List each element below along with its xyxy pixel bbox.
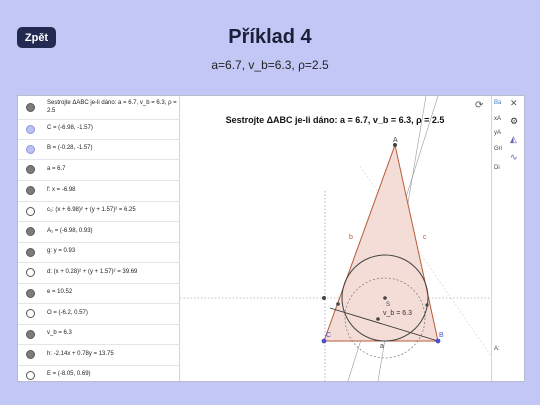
label-vb: v_b = 6.3 [383,310,412,317]
algebra-row-text[interactable]: h: -2.14x + 0.78y = 13.75 [47,351,177,359]
label-c: C [326,332,331,339]
algebra-row-text[interactable]: O = (-6.2, 0.57) [47,310,177,318]
point-c[interactable] [321,338,327,344]
label-side-b: b [349,234,353,241]
visibility-toggle[interactable] [26,309,35,318]
point-a1[interactable] [322,296,326,300]
algebra-row-text[interactable]: d: (x + 0.28)² + (y + 1.57)² = 39.69 [47,269,177,277]
sidepanel-a[interactable]: A: [494,346,500,352]
algebra-row-text[interactable]: B = (-0.28, -1.57) [47,145,177,153]
point-tangent[interactable] [425,303,429,307]
algebra-row[interactable]: B = (-0.28, -1.57) [18,139,179,160]
visibility-toggle[interactable] [26,330,35,339]
refresh-icon[interactable]: ⟳ [475,100,483,111]
sidepanel-ya[interactable]: yA [494,130,501,136]
algebra-row-text[interactable]: E = (-8.05, 0.69) [47,371,177,379]
algebra-row-text[interactable]: C = (-6.98, -1.57) [47,125,177,133]
sidepanel-grid[interactable]: Gri [494,146,502,152]
geogebra-app: Sestrojte ΔABC je-li dáno: a = 6.7, v_b … [17,95,525,382]
point-b[interactable] [435,338,441,344]
label-s: S [386,302,390,308]
algebra-row[interactable]: v_b = 6.3 [18,324,179,345]
algebra-view: Sestrojte ΔABC je-li dáno: a = 6.7, v_b … [18,96,180,381]
algebra-row-text[interactable]: c₁: (x + 6.98)² + (y + 1.57)² = 6.25 [47,207,177,215]
graphics-view[interactable]: A C B b c a S v_b = 6.3 Sestrojte ΔABC j… [180,96,491,381]
page-title: Příklad 4 [228,26,312,48]
sidepanel-xa[interactable]: xA [494,116,501,122]
visibility-toggle[interactable] [26,103,35,112]
page-subtitle: a=6.7, v_b=6.3, ρ=2.5 [211,58,329,72]
algebra-row[interactable]: f: x = -6.98 [18,180,179,202]
visibility-toggle[interactable] [26,145,35,154]
point-e[interactable] [336,302,340,306]
algebra-row[interactable]: d: (x + 0.28)² + (y + 1.57)² = 39.69 [18,262,179,284]
algebra-row[interactable]: h: -2.14x + 0.78y = 13.75 [18,344,179,366]
visibility-toggle[interactable] [26,268,35,277]
visibility-toggle[interactable] [26,207,35,216]
visibility-toggle[interactable] [26,227,35,236]
label-b: B [439,332,444,339]
algebra-row[interactable]: e = 10.52 [18,283,179,304]
algebra-row[interactable]: C = (-6.98, -1.57) [18,119,179,140]
algebra-row[interactable]: O = (-6.2, 0.57) [18,303,179,325]
algebra-row-text[interactable]: f: x = -6.98 [47,187,177,195]
function-icon[interactable]: ∿ [510,152,518,163]
style-sidepanel: Ba xA yA Gri Di A: ✕ ⚙ ◭ ∿ [491,96,524,381]
sidepanel-di[interactable]: Di [494,165,500,171]
label-a: A [393,137,398,144]
algebra-row[interactable]: Sestrojte ΔABC je-li dáno: a = 6.7, v_b … [18,96,179,120]
point-foot[interactable] [376,317,380,321]
sidepanel-tab-basic[interactable]: Ba [494,100,501,106]
visibility-toggle[interactable] [26,186,35,195]
construction-title: Sestrojte ΔABC je-li dáno: a = 6.7, v_b … [226,115,445,125]
visibility-toggle[interactable] [26,248,35,257]
gear-icon[interactable]: ⚙ [510,116,518,127]
algebra-row-text[interactable]: Sestrojte ΔABC je-li dáno: a = 6.7, v_b … [47,100,177,115]
algebra-row[interactable]: A₁ = (-6.98, 0.93) [18,221,179,243]
algebra-row[interactable]: c₁: (x + 6.98)² + (y + 1.57)² = 6.25 [18,201,179,222]
algebra-row[interactable]: a = 6.7 [18,159,179,181]
algebra-row-text[interactable]: A₁ = (-6.98, 0.93) [47,228,177,236]
algebra-row[interactable]: E = (-8.05, 0.69) [18,365,179,381]
algebra-row[interactable]: g: y = 0.93 [18,242,179,263]
style-icon[interactable]: ◭ [510,134,517,145]
label-side-c: c [423,234,427,241]
algebra-row-text[interactable]: v_b = 6.3 [47,330,177,338]
construction-canvas[interactable]: A C B b c a S v_b = 6.3 Sestrojte ΔABC j… [180,96,491,381]
close-icon[interactable]: ✕ [510,98,518,109]
algebra-row-text[interactable]: a = 6.7 [47,166,177,174]
visibility-toggle[interactable] [26,125,35,134]
label-side-a: a [380,343,384,350]
algebra-row-text[interactable]: e = 10.52 [47,289,177,297]
visibility-toggle[interactable] [26,289,35,298]
point-s[interactable] [383,296,387,300]
algebra-row-text[interactable]: g: y = 0.93 [47,248,177,256]
visibility-toggle[interactable] [26,350,35,359]
visibility-toggle[interactable] [26,165,35,174]
visibility-toggle[interactable] [26,371,35,380]
